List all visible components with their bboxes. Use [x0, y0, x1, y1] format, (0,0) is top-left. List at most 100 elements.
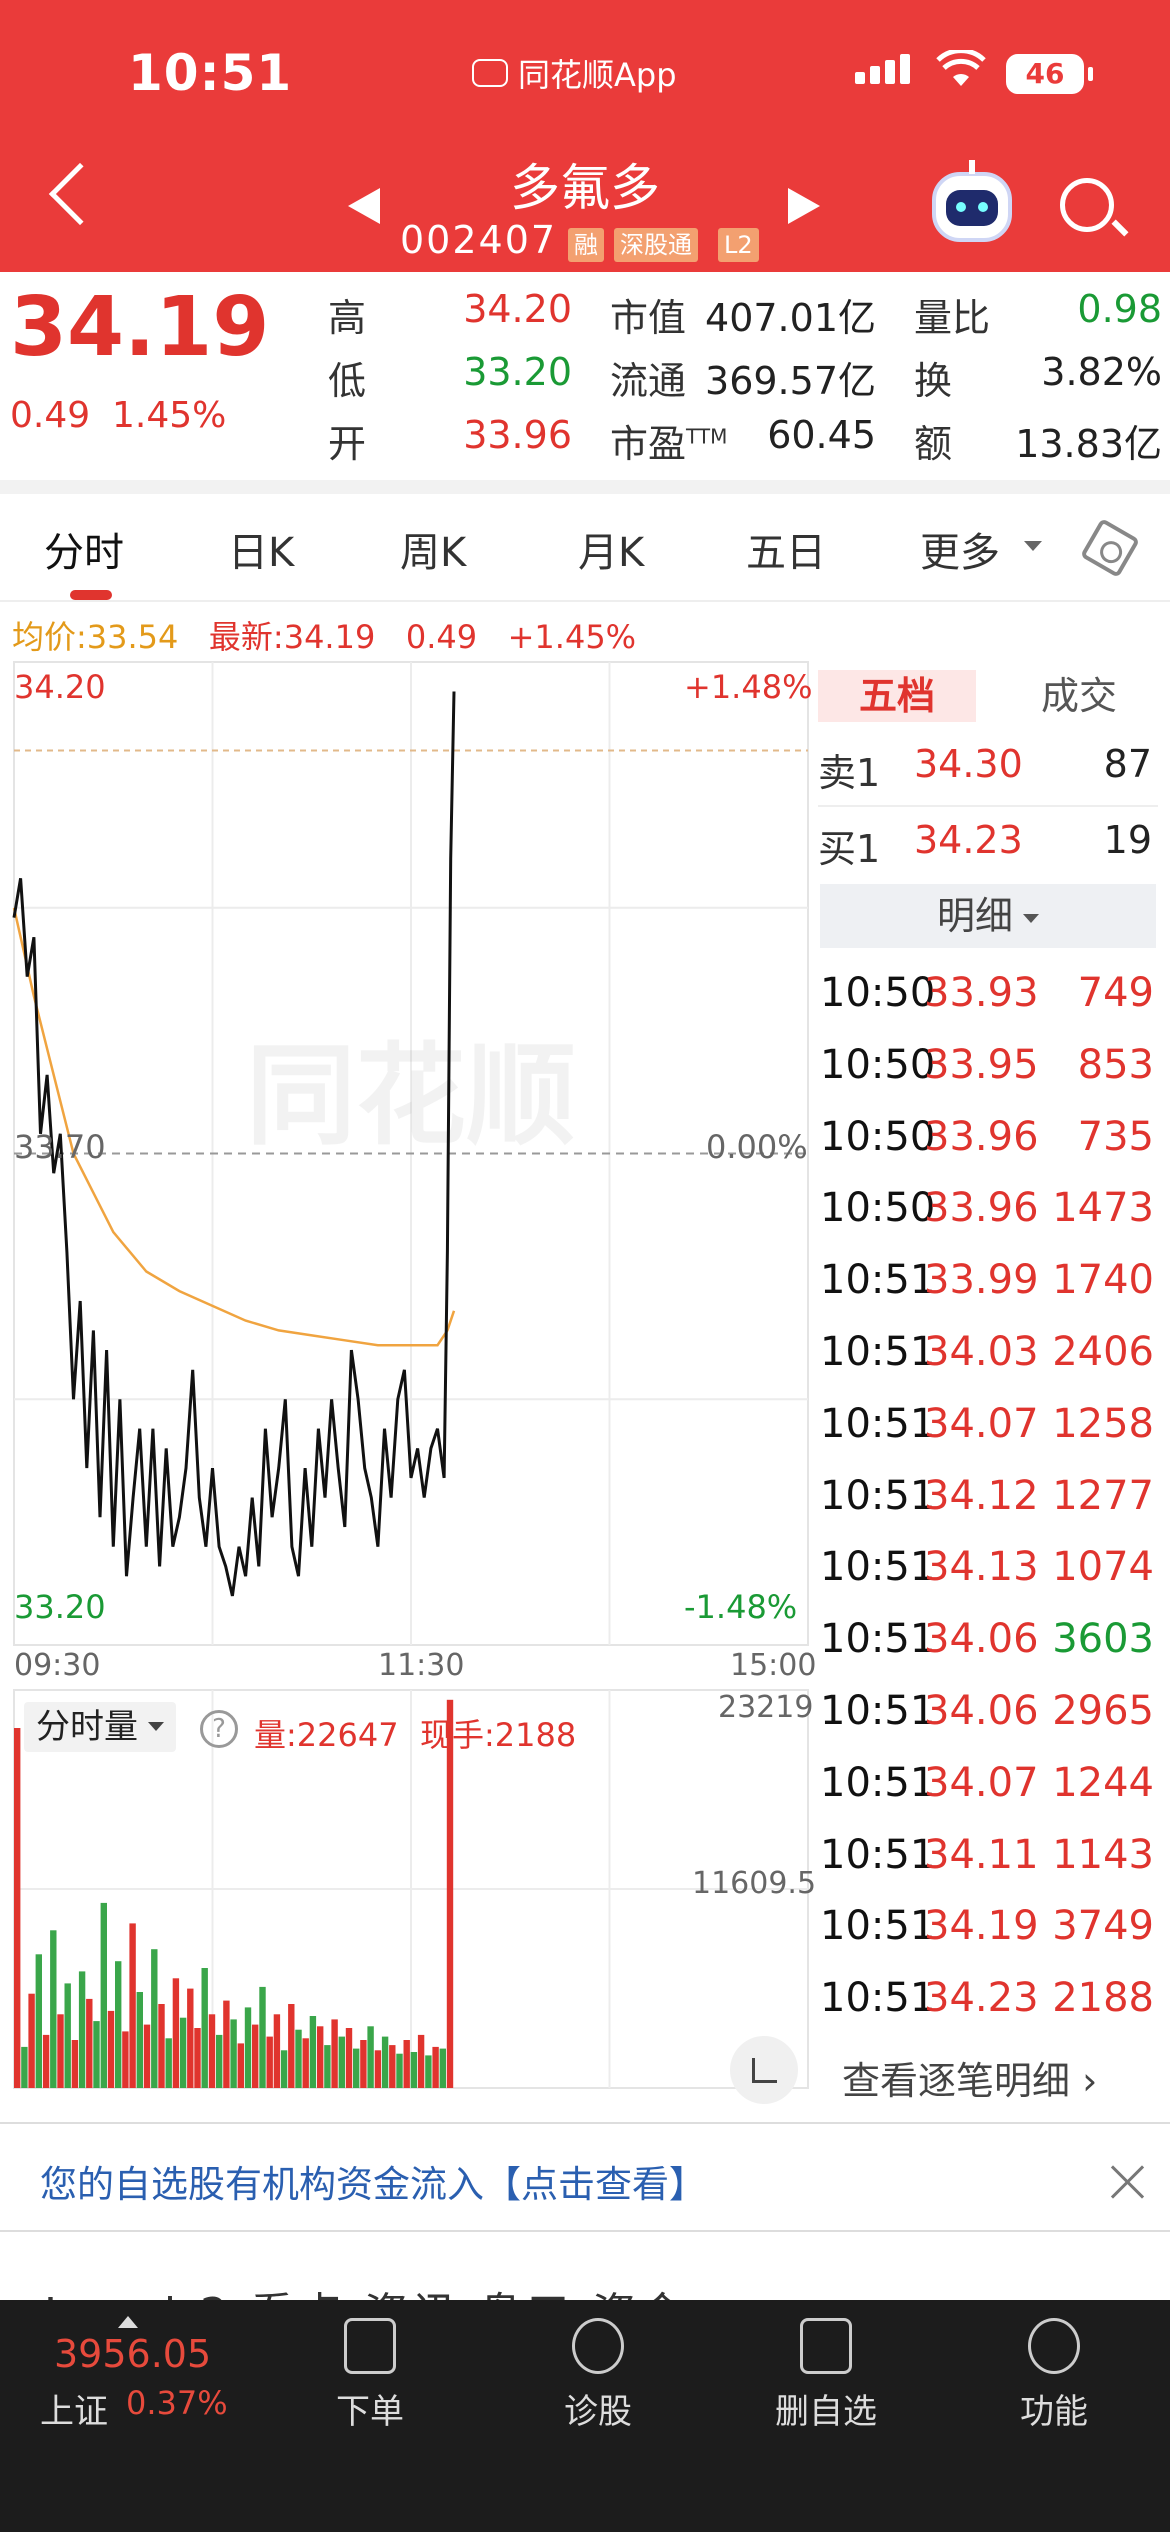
view-tick-detail-label: 查看逐笔明细: [842, 2059, 1071, 2103]
chart-tabs: 分时 日K 周K 月K 五日 更多: [0, 494, 1170, 602]
status-time: 10:51: [128, 44, 293, 102]
trade-row: 10:51 34.23 2188: [818, 1965, 1158, 2037]
tab-daily-k[interactable]: 日K: [228, 520, 294, 578]
bid-price: 34.23: [914, 818, 1023, 862]
close-icon[interactable]: [1108, 2162, 1148, 2202]
volume-type-dropdown[interactable]: 分时量: [24, 1702, 176, 1752]
index-pct[interactable]: 0.37%: [126, 2384, 228, 2422]
trade-row: 10:51 33.99 1740: [818, 1247, 1158, 1319]
diagnose-button[interactable]: 诊股: [518, 2318, 678, 2433]
volume-total-label: 量:22647: [254, 1716, 399, 1754]
y-tick-low: 33.20: [14, 1588, 106, 1626]
volume-bar: [50, 1930, 57, 2088]
trade-time: 10:51: [820, 1688, 936, 1734]
trade-price: 34.19: [924, 1903, 1039, 1950]
banner-text[interactable]: 您的自选股有机构资金流入【点击查看】: [40, 2154, 706, 2208]
remove-watchlist-button[interactable]: 删自选: [746, 2318, 906, 2433]
trade-row: 10:50 33.96 1473: [818, 1175, 1158, 1247]
quote-value: 60.45: [767, 413, 876, 457]
index-value[interactable]: 3956.05: [54, 2332, 211, 2376]
volume-bar: [28, 1993, 35, 2088]
trade-price: 34.06: [924, 1688, 1039, 1734]
trade-volume: 1258: [1052, 1400, 1154, 1447]
detail-dropdown[interactable]: 明细: [820, 884, 1156, 948]
y-right-tick-high: +1.48%: [684, 668, 813, 706]
y-right-tick-low: -1.48%: [684, 1588, 798, 1626]
ask-label: 卖1: [818, 751, 881, 795]
trade-volume: 2965: [1052, 1688, 1154, 1734]
trade-row: 10:51 34.19 3749: [818, 1893, 1158, 1965]
volume-bar: [317, 2026, 324, 2088]
volume-bar: [345, 2028, 353, 2088]
trade-time: 10:51: [820, 1759, 936, 1806]
fullscreen-icon[interactable]: [730, 2036, 798, 2104]
document-icon: [344, 2318, 396, 2374]
volume-bar: [158, 2004, 165, 2088]
volume-bar: [338, 2036, 345, 2088]
quote-value: 3.82%: [1041, 350, 1162, 394]
robot-assistant-icon[interactable]: [932, 160, 1012, 242]
volume-bar: [273, 2014, 281, 2088]
trade-row: 10:51 34.06 3603: [818, 1606, 1158, 1678]
x-tick-start: 09:30: [14, 1648, 101, 1683]
order-button[interactable]: 下单: [290, 2318, 450, 2433]
watermark-text: 同花顺: [246, 1032, 576, 1160]
trade-volume: 735: [1077, 1113, 1154, 1160]
trade-time: 10:51: [820, 1400, 936, 1447]
volume-bar: [410, 2052, 418, 2088]
trade-price: 34.13: [924, 1544, 1039, 1591]
trade-volume: 3749: [1052, 1903, 1154, 1950]
remove-icon: [800, 2318, 852, 2374]
trade-price: 33.96: [924, 1113, 1039, 1160]
functions-button[interactable]: 功能: [974, 2318, 1134, 2433]
tab-more[interactable]: 更多: [920, 520, 1000, 578]
next-stock-icon[interactable]: [788, 188, 820, 224]
volume-bar: [230, 2019, 237, 2088]
quote-value: 13.83亿: [1015, 422, 1162, 466]
previous-stock-icon[interactable]: [348, 188, 380, 224]
volume-bar: [57, 2014, 64, 2088]
volume-bar: [439, 2048, 446, 2088]
volume-bar: [252, 2024, 259, 2088]
quote-value: 34.20: [463, 287, 572, 331]
volume-bar: [179, 2017, 187, 2088]
help-icon[interactable]: ?: [200, 1710, 238, 1748]
tab-five-day[interactable]: 五日: [746, 520, 826, 578]
trade-row: 10:51 34.12 1277: [818, 1463, 1158, 1535]
app-logo-icon: [472, 59, 508, 87]
trade-time: 10:51: [820, 1616, 936, 1663]
trade-time: 10:51: [820, 1975, 936, 2022]
back-arrow-icon[interactable]: [48, 162, 112, 226]
trade-time: 10:50: [820, 1041, 936, 1088]
trade-volume: 2188: [1052, 1975, 1154, 2022]
tab-monthly-k[interactable]: 月K: [578, 520, 644, 578]
volume-bar: [201, 1968, 208, 2088]
trade-time: 10:51: [820, 1903, 936, 1950]
trade-price: 34.11: [924, 1831, 1039, 1878]
view-tick-detail-link[interactable]: 查看逐笔明细 ›: [842, 2050, 1097, 2105]
tab-intraday[interactable]: 分时: [44, 520, 124, 578]
trade-volume: 2406: [1052, 1329, 1154, 1375]
volume-bar: [302, 2038, 309, 2088]
trade-time: 10:50: [820, 1185, 936, 1232]
tag-margin: 融: [568, 228, 604, 262]
index-name[interactable]: 上证: [40, 2384, 108, 2433]
volume-bar: [360, 2040, 367, 2088]
trade-row: 10:51 34.06 2965: [818, 1678, 1158, 1750]
fund-flow-banner[interactable]: 您的自选股有机构资金流入【点击查看】: [0, 2122, 1170, 2232]
tab-weekly-k[interactable]: 周K: [400, 520, 466, 578]
volume-bar: [86, 1998, 93, 2088]
trade-row: 10:50 33.95 853: [818, 1032, 1158, 1104]
volume-bar: [425, 2055, 432, 2088]
y-tick-high: 34.20: [14, 668, 106, 706]
trade-time: 10:50: [820, 970, 936, 1016]
volume-bar: [208, 2014, 216, 2088]
trade-price: 33.99: [924, 1257, 1039, 1304]
stock-code: 002407: [400, 218, 558, 262]
trade-price: 34.23: [924, 1975, 1039, 2022]
tab-trades[interactable]: 成交: [1000, 670, 1158, 722]
tab-five-level[interactable]: 五档: [818, 670, 976, 722]
volume-bar: [295, 2029, 302, 2088]
trade-row: 10:50 33.96 735: [818, 1104, 1158, 1176]
search-icon[interactable]: [1060, 178, 1114, 232]
